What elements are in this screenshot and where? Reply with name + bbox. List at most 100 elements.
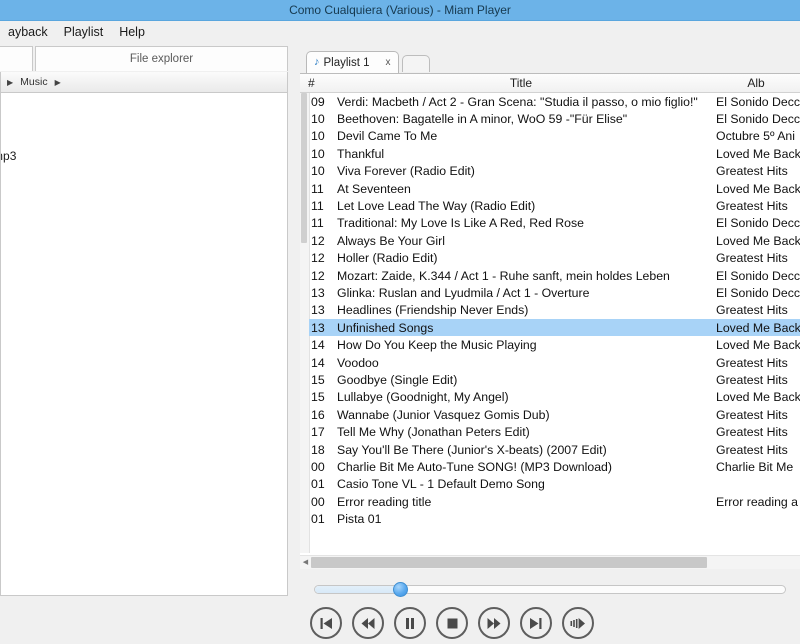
row-number: 00 [311,494,325,509]
row-number: 09 [311,94,325,109]
table-row[interactable]: 10 Viva Forever (Radio Edit) Greatest Hits [309,163,800,180]
row-album: Greatest Hits [716,251,788,266]
row-album: Loved Me Back [716,181,800,196]
row-album: Greatest Hits [716,303,788,318]
left-tab-partial[interactable] [0,46,33,71]
seek-forward-button[interactable] [562,607,594,639]
breadcrumb[interactable]: ▶ Music ▶ [0,72,288,93]
row-album: El Sonido Decc [716,216,800,231]
left-tab-file-explorer[interactable]: File explorer [35,46,288,71]
column-header-album[interactable]: Alb [712,76,800,90]
fast-forward-button[interactable] [478,607,510,639]
row-number: 16 [311,407,325,422]
column-header-number[interactable]: # [300,76,330,90]
fast-forward-icon [486,617,502,630]
pause-button[interactable] [394,607,426,639]
row-number: 10 [311,129,325,144]
table-row[interactable]: 13 Headlines (Friendship Never Ends) Great… [309,302,800,319]
seek-forward-icon [569,617,587,630]
row-album: Greatest Hits [716,199,788,214]
table-row[interactable]: 17 Tell Me Why (Jonathan Peters Edit) Grea… [309,423,800,440]
seek-slider-handle[interactable] [393,582,408,597]
table-row[interactable]: 01 Casio Tone VL - 1 Default Demo Song [309,476,800,493]
transport-buttons [310,607,594,639]
table-row[interactable]: 10 Beethoven: Bagatelle in A minor, WoO 5… [309,110,800,127]
scroll-left-icon[interactable]: ◀ [300,559,311,566]
table-row[interactable]: 14 Voodoo Greatest Hits [309,354,800,371]
row-number: 12 [311,251,325,266]
table-row[interactable]: 13 Unfinished Songs Loved Me Back [309,319,800,337]
table-row[interactable]: 16 Wannabe (Junior Vasquez Gomis Dub) Grea… [309,406,800,423]
music-note-icon: ♪ [314,56,320,68]
row-number: 00 [311,459,325,474]
row-title: Viva Forever (Radio Edit) [337,164,475,179]
row-title: Let Love Lead The Way (Radio Edit) [337,199,536,214]
table-row[interactable]: 11 Traditional: My Love Is Like A Red, Re… [309,215,800,232]
breadcrumb-chevron-icon[interactable]: ▶ [49,78,67,87]
row-number: 15 [311,390,325,405]
table-row[interactable]: 13 Glinka: Ruslan and Lyudmila / Act 1 - … [309,284,800,301]
table-row[interactable]: 11 At Seventeen Loved Me Back [309,180,800,197]
table-row[interactable]: 12 Holler (Radio Edit) Greatest Hits [309,250,800,267]
window-title: Como Cualquiera (Various) - Miam Player [289,3,511,17]
row-title: Goodbye (Single Edit) [337,372,458,387]
playlist-tabstrip: ♪ Playlist 1 x [306,50,430,73]
playlist-horizontal-scrollbar[interactable]: ◀ [300,555,800,569]
column-header-title[interactable]: Title [330,76,712,90]
playlist-vertical-scrollbar-thumb[interactable] [301,93,307,243]
row-album: Charlie Bit Me [716,459,794,474]
add-playlist-tab-button[interactable] [401,55,430,72]
menu-playback[interactable]: ayback [0,23,56,41]
rewind-button[interactable] [352,607,384,639]
list-item[interactable]: no Song.mp3 [1,149,16,163]
playlist-horizontal-scrollbar-thumb[interactable] [311,557,707,568]
breadcrumb-item-music[interactable]: Music [19,76,48,88]
window-titlebar: Como Cualquiera (Various) - Miam Player [0,0,800,21]
menu-help[interactable]: Help [111,23,153,41]
row-title: Wannabe (Junior Vasquez Gomis Dub) [337,407,550,422]
skip-back-button[interactable] [310,607,342,639]
row-title: Thankful [337,146,385,161]
seek-slider[interactable] [314,582,786,597]
row-title: Unfinished Songs [337,320,434,335]
file-list[interactable]: no Song.mp3 [0,93,288,596]
table-row[interactable]: 18 Say You'll Be There (Junior's X-beats)… [309,441,800,458]
table-row[interactable]: 14 How Do You Keep the Music Playing Loved… [309,336,800,353]
row-album: Greatest Hits [716,164,788,179]
table-row[interactable]: 12 Always Be Your Girl Loved Me Back [309,232,800,249]
row-number: 13 [311,320,325,335]
row-title: Say You'll Be There (Junior's X-beats) (… [337,442,607,457]
table-row[interactable]: 00 Error reading title Error reading a [309,493,800,510]
rewind-icon [360,617,376,630]
row-title: Always Be Your Girl [337,233,445,248]
tab-playlist-1[interactable]: ♪ Playlist 1 x [306,51,399,73]
row-number: 11 [311,216,324,231]
row-title: Holler (Radio Edit) [337,251,438,266]
row-number: 13 [311,285,325,300]
row-album: Loved Me Back [716,338,800,353]
table-row[interactable]: 12 Mozart: Zaide, K.344 / Act 1 - Ruhe sa… [309,267,800,284]
table-row[interactable]: 11 Let Love Lead The Way (Radio Edit) Grea… [309,197,800,214]
table-row[interactable]: 10 Devil Came To Me Octubre 5º Ani [309,128,800,145]
skip-forward-button[interactable] [520,607,552,639]
table-row[interactable]: 15 Goodbye (Single Edit) Greatest Hits [309,371,800,388]
table-row[interactable]: 09 Verdi: Macbeth / Act 2 - Gran Scena: "… [309,93,800,110]
menu-playlist[interactable]: Playlist [56,23,112,41]
table-row[interactable]: 15 Lullabye (Goodnight, My Angel) Loved Me… [309,389,800,406]
table-row[interactable]: 10 Thankful Loved Me Back [309,145,800,162]
table-row[interactable]: 00 Charlie Bit Me Auto-Tune SONG! (MP3 Do… [309,458,800,475]
file-explorer-tabstrip: File explorer [0,44,300,72]
menubar: ayback Playlist Help [0,21,800,44]
row-number: 10 [311,164,325,179]
close-icon[interactable]: x [386,57,391,68]
playlist-pane: ♪ Playlist 1 x # Title Alb 09 Verdi: Macb… [300,44,800,644]
row-number: 14 [311,355,325,370]
row-number: 01 [311,512,325,527]
row-title: At Seventeen [337,181,411,196]
stop-button[interactable] [436,607,468,639]
left-tab-file-explorer-label: File explorer [129,53,194,65]
row-number: 17 [311,425,325,440]
row-title: Mozart: Zaide, K.344 / Act 1 - Ruhe sanf… [337,268,670,283]
table-row[interactable]: 01 Pista 01 [309,510,800,527]
skip-back-icon [318,617,334,630]
